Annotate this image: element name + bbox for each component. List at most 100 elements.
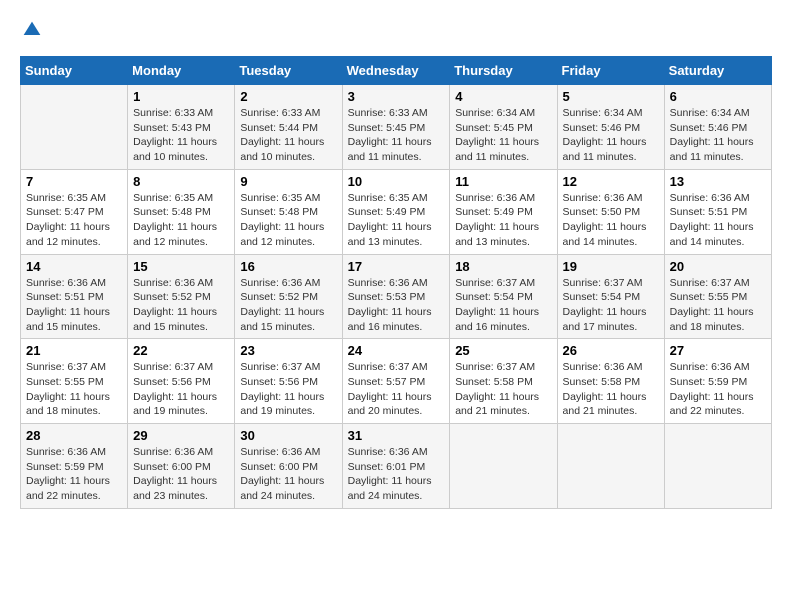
day-number: 15 [133,259,229,274]
day-number: 13 [670,174,766,189]
page-header [20,20,772,40]
logo [20,20,46,40]
calendar-cell: 25 Sunrise: 6:37 AMSunset: 5:58 PMDaylig… [450,339,557,424]
calendar-cell: 23 Sunrise: 6:37 AMSunset: 5:56 PMDaylig… [235,339,342,424]
calendar-cell: 15 Sunrise: 6:36 AMSunset: 5:52 PMDaylig… [128,254,235,339]
calendar-cell: 18 Sunrise: 6:37 AMSunset: 5:54 PMDaylig… [450,254,557,339]
day-number: 20 [670,259,766,274]
day-number: 21 [26,343,122,358]
calendar-cell: 11 Sunrise: 6:36 AMSunset: 5:49 PMDaylig… [450,169,557,254]
calendar-cell: 28 Sunrise: 6:36 AMSunset: 5:59 PMDaylig… [21,424,128,509]
calendar-cell: 26 Sunrise: 6:36 AMSunset: 5:58 PMDaylig… [557,339,664,424]
calendar-cell: 21 Sunrise: 6:37 AMSunset: 5:55 PMDaylig… [21,339,128,424]
day-number: 30 [240,428,336,443]
cell-content: Sunrise: 6:37 AMSunset: 5:56 PMDaylight:… [240,360,336,419]
header-row: SundayMondayTuesdayWednesdayThursdayFrid… [21,57,772,85]
cell-content: Sunrise: 6:36 AMSunset: 5:59 PMDaylight:… [670,360,766,419]
cell-content: Sunrise: 6:37 AMSunset: 5:56 PMDaylight:… [133,360,229,419]
cell-content: Sunrise: 6:35 AMSunset: 5:48 PMDaylight:… [240,191,336,250]
calendar-cell: 29 Sunrise: 6:36 AMSunset: 6:00 PMDaylig… [128,424,235,509]
calendar-cell: 3 Sunrise: 6:33 AMSunset: 5:45 PMDayligh… [342,85,450,170]
cell-content: Sunrise: 6:36 AMSunset: 5:52 PMDaylight:… [133,276,229,335]
cell-content: Sunrise: 6:33 AMSunset: 5:45 PMDaylight:… [348,106,445,165]
calendar-table: SundayMondayTuesdayWednesdayThursdayFrid… [20,56,772,509]
column-header-sunday: Sunday [21,57,128,85]
calendar-cell [450,424,557,509]
calendar-cell: 7 Sunrise: 6:35 AMSunset: 5:47 PMDayligh… [21,169,128,254]
cell-content: Sunrise: 6:33 AMSunset: 5:43 PMDaylight:… [133,106,229,165]
cell-content: Sunrise: 6:36 AMSunset: 5:59 PMDaylight:… [26,445,122,504]
day-number: 11 [455,174,551,189]
calendar-cell: 22 Sunrise: 6:37 AMSunset: 5:56 PMDaylig… [128,339,235,424]
cell-content: Sunrise: 6:35 AMSunset: 5:47 PMDaylight:… [26,191,122,250]
day-number: 25 [455,343,551,358]
calendar-cell: 16 Sunrise: 6:36 AMSunset: 5:52 PMDaylig… [235,254,342,339]
day-number: 24 [348,343,445,358]
day-number: 2 [240,89,336,104]
calendar-cell [557,424,664,509]
cell-content: Sunrise: 6:37 AMSunset: 5:54 PMDaylight:… [455,276,551,335]
cell-content: Sunrise: 6:37 AMSunset: 5:54 PMDaylight:… [563,276,659,335]
week-row-4: 21 Sunrise: 6:37 AMSunset: 5:55 PMDaylig… [21,339,772,424]
calendar-cell: 5 Sunrise: 6:34 AMSunset: 5:46 PMDayligh… [557,85,664,170]
cell-content: Sunrise: 6:34 AMSunset: 5:46 PMDaylight:… [563,106,659,165]
cell-content: Sunrise: 6:36 AMSunset: 6:00 PMDaylight:… [133,445,229,504]
calendar-cell: 4 Sunrise: 6:34 AMSunset: 5:45 PMDayligh… [450,85,557,170]
cell-content: Sunrise: 6:36 AMSunset: 5:58 PMDaylight:… [563,360,659,419]
cell-content: Sunrise: 6:35 AMSunset: 5:49 PMDaylight:… [348,191,445,250]
cell-content: Sunrise: 6:36 AMSunset: 5:53 PMDaylight:… [348,276,445,335]
calendar-cell: 27 Sunrise: 6:36 AMSunset: 5:59 PMDaylig… [664,339,771,424]
calendar-cell: 6 Sunrise: 6:34 AMSunset: 5:46 PMDayligh… [664,85,771,170]
cell-content: Sunrise: 6:36 AMSunset: 6:00 PMDaylight:… [240,445,336,504]
day-number: 3 [348,89,445,104]
week-row-2: 7 Sunrise: 6:35 AMSunset: 5:47 PMDayligh… [21,169,772,254]
day-number: 26 [563,343,659,358]
cell-content: Sunrise: 6:37 AMSunset: 5:55 PMDaylight:… [670,276,766,335]
calendar-cell: 8 Sunrise: 6:35 AMSunset: 5:48 PMDayligh… [128,169,235,254]
cell-content: Sunrise: 6:36 AMSunset: 5:51 PMDaylight:… [670,191,766,250]
cell-content: Sunrise: 6:36 AMSunset: 5:49 PMDaylight:… [455,191,551,250]
calendar-cell: 13 Sunrise: 6:36 AMSunset: 5:51 PMDaylig… [664,169,771,254]
calendar-cell [21,85,128,170]
cell-content: Sunrise: 6:36 AMSunset: 6:01 PMDaylight:… [348,445,445,504]
column-header-saturday: Saturday [664,57,771,85]
column-header-tuesday: Tuesday [235,57,342,85]
cell-content: Sunrise: 6:37 AMSunset: 5:57 PMDaylight:… [348,360,445,419]
calendar-cell: 20 Sunrise: 6:37 AMSunset: 5:55 PMDaylig… [664,254,771,339]
calendar-cell: 17 Sunrise: 6:36 AMSunset: 5:53 PMDaylig… [342,254,450,339]
column-header-friday: Friday [557,57,664,85]
day-number: 31 [348,428,445,443]
logo-icon [22,20,42,40]
week-row-3: 14 Sunrise: 6:36 AMSunset: 5:51 PMDaylig… [21,254,772,339]
column-header-monday: Monday [128,57,235,85]
cell-content: Sunrise: 6:35 AMSunset: 5:48 PMDaylight:… [133,191,229,250]
day-number: 27 [670,343,766,358]
day-number: 17 [348,259,445,274]
day-number: 8 [133,174,229,189]
day-number: 23 [240,343,336,358]
week-row-5: 28 Sunrise: 6:36 AMSunset: 5:59 PMDaylig… [21,424,772,509]
calendar-cell: 9 Sunrise: 6:35 AMSunset: 5:48 PMDayligh… [235,169,342,254]
day-number: 29 [133,428,229,443]
calendar-cell: 14 Sunrise: 6:36 AMSunset: 5:51 PMDaylig… [21,254,128,339]
day-number: 12 [563,174,659,189]
calendar-cell: 24 Sunrise: 6:37 AMSunset: 5:57 PMDaylig… [342,339,450,424]
day-number: 28 [26,428,122,443]
cell-content: Sunrise: 6:36 AMSunset: 5:50 PMDaylight:… [563,191,659,250]
day-number: 16 [240,259,336,274]
day-number: 18 [455,259,551,274]
calendar-cell: 12 Sunrise: 6:36 AMSunset: 5:50 PMDaylig… [557,169,664,254]
day-number: 10 [348,174,445,189]
day-number: 4 [455,89,551,104]
cell-content: Sunrise: 6:37 AMSunset: 5:55 PMDaylight:… [26,360,122,419]
day-number: 14 [26,259,122,274]
day-number: 5 [563,89,659,104]
day-number: 1 [133,89,229,104]
cell-content: Sunrise: 6:36 AMSunset: 5:52 PMDaylight:… [240,276,336,335]
calendar-cell: 2 Sunrise: 6:33 AMSunset: 5:44 PMDayligh… [235,85,342,170]
day-number: 9 [240,174,336,189]
cell-content: Sunrise: 6:36 AMSunset: 5:51 PMDaylight:… [26,276,122,335]
day-number: 19 [563,259,659,274]
week-row-1: 1 Sunrise: 6:33 AMSunset: 5:43 PMDayligh… [21,85,772,170]
calendar-cell: 19 Sunrise: 6:37 AMSunset: 5:54 PMDaylig… [557,254,664,339]
